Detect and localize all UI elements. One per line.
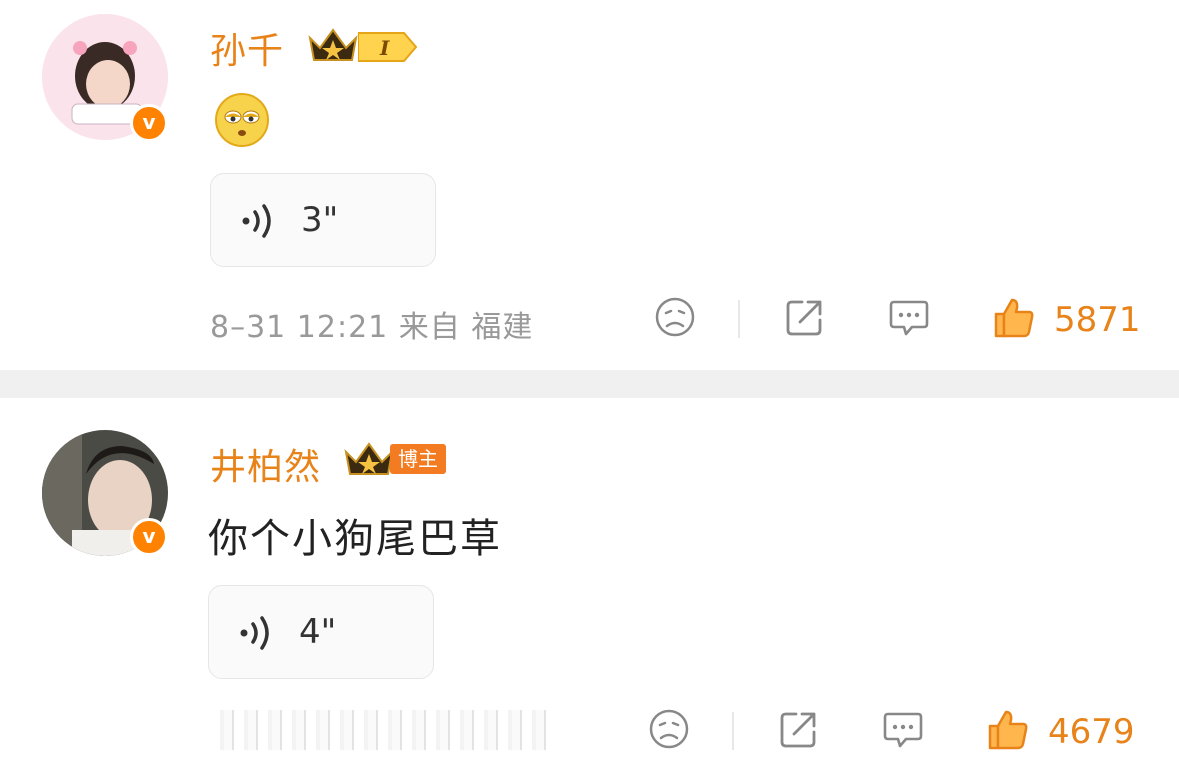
level-badge: I [358, 32, 418, 62]
voice-message[interactable]: 4" [208, 585, 434, 679]
dislike-icon[interactable] [648, 708, 690, 750]
share-icon[interactable] [784, 296, 826, 338]
voice-duration: 4" [299, 612, 337, 652]
divider [732, 712, 734, 750]
comment-actions: 5871 [0, 296, 1179, 346]
share-icon[interactable] [778, 708, 820, 750]
like-count: 4679 [1048, 712, 1135, 752]
comment-icon[interactable] [888, 296, 930, 338]
verified-icon: v [130, 518, 168, 556]
username[interactable]: 孙千 [210, 22, 284, 74]
host-badge: 博主 [390, 444, 446, 474]
rolling-eyes-emoji-icon [215, 93, 269, 147]
section-divider [0, 370, 1179, 398]
like-count: 5871 [1054, 300, 1141, 340]
voice-duration: 3" [301, 200, 339, 240]
comment-text: 你个小狗尾巴草 [208, 516, 502, 562]
like-icon[interactable] [986, 708, 1030, 752]
voice-wave-icon [242, 204, 271, 238]
username[interactable]: 井柏然 [210, 438, 321, 490]
crown-icon [308, 28, 358, 61]
voice-message[interactable]: 3" [210, 173, 436, 267]
comment-item: v 孙千 I 3" 8–31 12:21 来自 福建 5871 [0, 0, 1179, 370]
comment-actions: 4679 [0, 708, 1179, 758]
crown-icon [344, 442, 394, 475]
divider [738, 300, 740, 338]
verified-icon: v [130, 104, 168, 142]
comment-item: v 井柏然 博主 你个小狗尾巴草 4" 4679 [0, 398, 1179, 769]
like-icon[interactable] [992, 296, 1036, 340]
comment-icon[interactable] [882, 708, 924, 750]
voice-wave-icon [240, 616, 269, 650]
svg-text:I: I [379, 36, 390, 60]
dislike-icon[interactable] [654, 296, 696, 338]
